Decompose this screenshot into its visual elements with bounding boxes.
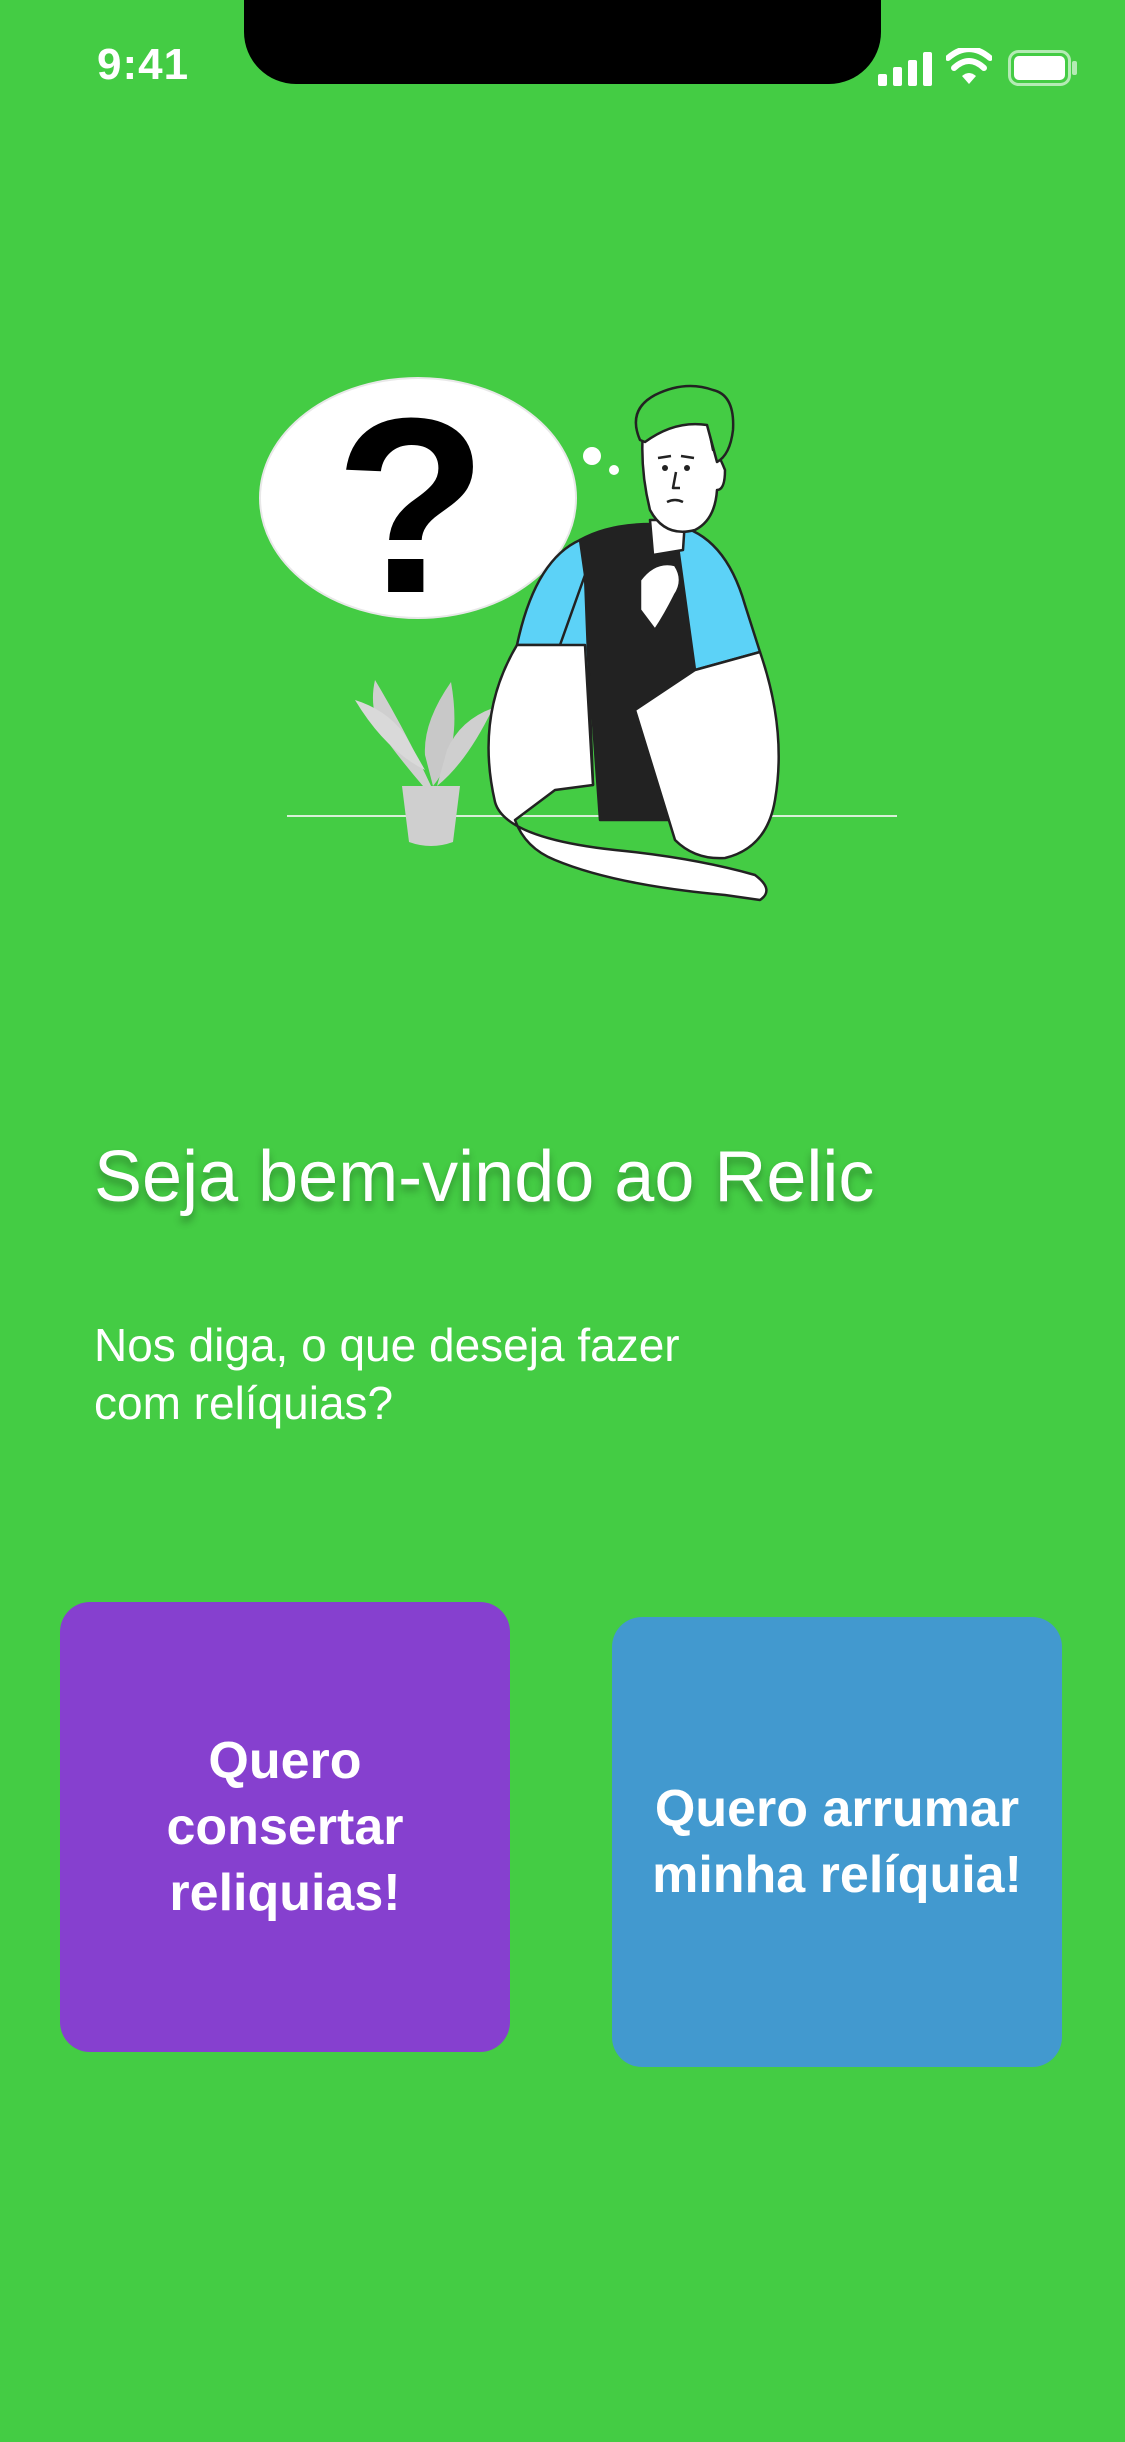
subtitle-line-1: Nos diga, o que deseja fazer [94,1319,680,1371]
status-time: 9:41 [97,40,190,89]
fix-relics-button[interactable]: Quero consertar reliquias! [60,1602,510,2052]
battery-icon [1008,50,1077,86]
device-notch [244,0,881,84]
plant-icon [355,680,493,846]
repair-my-relic-button[interactable]: Quero arrumar minha relíquia! [612,1617,1062,2067]
page-subtitle: Nos diga, o que deseja fazer com relíqui… [94,1316,814,1432]
status-bar: 9:41 [0,0,1125,140]
thinking-man-illustration: ? [259,370,897,902]
signal-icon [878,52,932,86]
welcome-screen: 9:41 ? Seja bem-vindo ao Relic Nos diga,… [0,0,1125,2442]
wifi-icon [946,48,992,84]
subtitle-line-2: com relíquias? [94,1377,394,1429]
fix-relics-label: Quero consertar reliquias! [166,1732,404,1922]
repair-my-relic-label: Quero arrumar minha relíquia! [652,1780,1022,1904]
page-title: Seja bem-vindo ao Relic [94,1137,875,1217]
question-mark-icon: ? [335,370,488,645]
